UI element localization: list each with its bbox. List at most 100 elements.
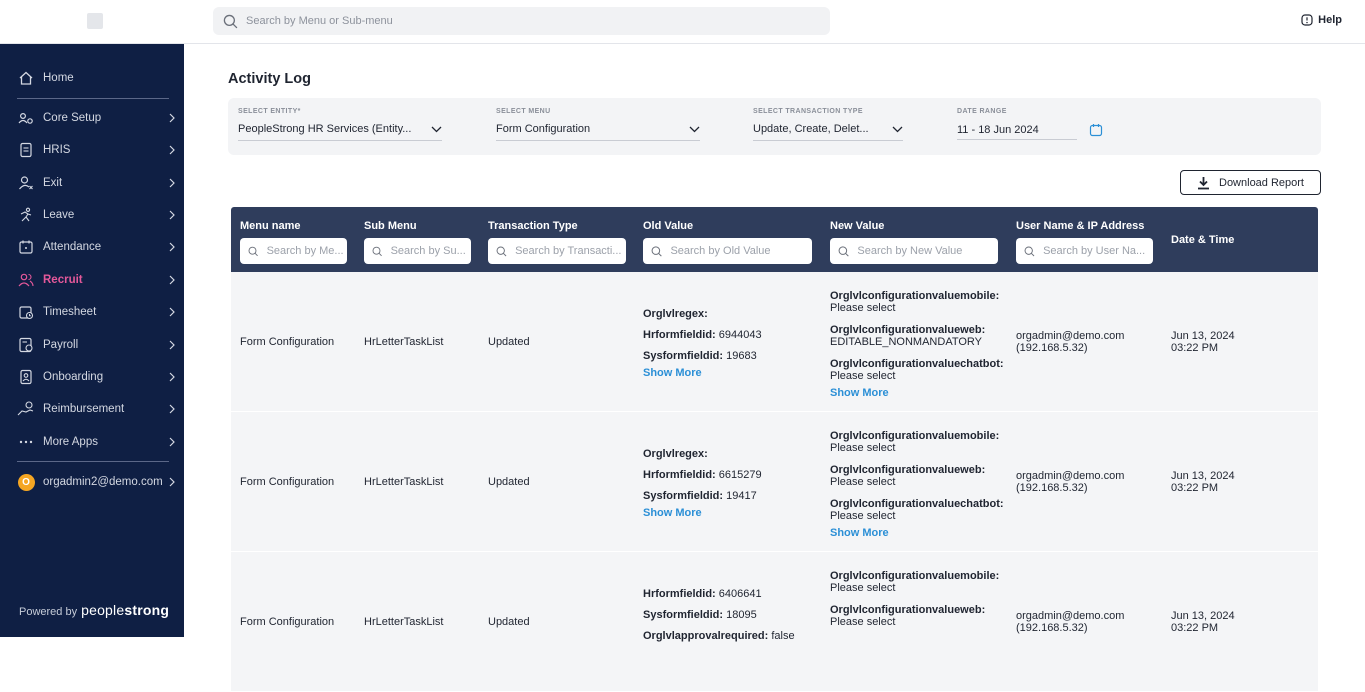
old-value-entry: Hrformfieldid: 6615279 <box>643 469 762 481</box>
activity-table: Menu name Sub Menu Transaction Type Old … <box>231 207 1318 692</box>
old-value-cell: Orglvlregex: Hrformfieldid: 6615279 Sysf… <box>643 448 762 519</box>
sidebar-divider <box>17 98 169 99</box>
avatar: O <box>17 473 35 491</box>
home-icon <box>17 69 35 87</box>
sidebar-item-hris[interactable]: HRIS <box>0 135 184 165</box>
old-value-entry: Sysformfieldid: 19417 <box>643 490 762 502</box>
new-value-val: EDITABLE_NONMANDATORY <box>830 336 982 348</box>
new-value-val: Please select <box>830 476 896 488</box>
menu-name-search-input[interactable] <box>266 245 347 257</box>
calendar-icon[interactable] <box>1089 123 1103 137</box>
sub-menu-cell: HrLetterTaskList <box>364 476 444 488</box>
old-value-val: 19417 <box>723 490 757 502</box>
help-label: Help <box>1318 14 1342 26</box>
time-text: 03:22 PM <box>1171 482 1219 494</box>
old-value-search-input[interactable] <box>670 245 812 257</box>
old-value-show-more-link[interactable]: Show More <box>643 367 762 379</box>
new-value-val: Please select <box>830 370 896 382</box>
old-value-cell: Hrformfieldid: 6406641 Sysformfieldid: 1… <box>643 588 795 642</box>
download-report-button[interactable]: Download Report <box>1180 170 1321 195</box>
new-value-search[interactable] <box>830 238 998 264</box>
sidebar-user-menu[interactable]: O orgadmin2@demo.com <box>0 467 184 497</box>
new-value-search-input[interactable] <box>857 245 998 257</box>
calendar-icon <box>17 238 35 256</box>
old-value-entry: Sysformfieldid: 18095 <box>643 609 795 621</box>
date-text: Jun 13, 2024 <box>1171 330 1235 342</box>
new-value-show-more-link[interactable]: Show More <box>830 527 1004 539</box>
old-value-show-more-link[interactable]: Show More <box>643 507 762 519</box>
transaction-type-search-input[interactable] <box>515 245 626 257</box>
transaction-type-cell: Updated <box>488 476 530 488</box>
chevron-right-icon <box>169 477 175 487</box>
date-text: Jun 13, 2024 <box>1171 610 1235 622</box>
new-value-key: Orglvlconfigurationvalueweb: <box>830 604 986 616</box>
old-value-key: Hrformfieldid: <box>643 588 716 600</box>
chevron-right-icon <box>169 113 175 123</box>
date-time-cell: Jun 13, 2024 03:22 PM <box>1171 470 1235 494</box>
sidebar-item-core-setup[interactable]: Core Setup <box>0 103 184 133</box>
global-search[interactable] <box>213 7 830 35</box>
new-value-show-more-link[interactable]: Show More <box>830 387 1004 399</box>
download-report-label: Download Report <box>1219 176 1304 189</box>
powered-by-text: Powered by <box>19 606 78 618</box>
sidebar-item-label: Onboarding <box>43 371 104 383</box>
sidebar-item-exit[interactable]: Exit <box>0 168 184 198</box>
filter-value: Form Configuration <box>496 123 591 135</box>
menu-name-cell: Form Configuration <box>240 616 335 628</box>
entity-select[interactable]: SELECT ENTITY* PeopleStrong HR Services … <box>238 108 442 141</box>
user-email: orgadmin@demo.com <box>1016 610 1125 622</box>
search-icon <box>223 14 238 28</box>
sidebar-item-recruit[interactable]: Recruit <box>0 265 184 295</box>
date-range-picker[interactable]: DATE RANGE 11 - 18 Jun 2024 <box>957 108 1103 140</box>
sidebar-item-home[interactable]: Home <box>0 63 184 93</box>
sub-menu-search-input[interactable] <box>390 245 471 257</box>
chevron-right-icon <box>169 340 175 350</box>
old-value-entry: Hrformfieldid: 6944043 <box>643 329 762 341</box>
menu-select[interactable]: SELECT MENU Form Configuration <box>496 108 700 141</box>
sidebar-item-label: Core Setup <box>43 112 102 124</box>
table-row: Form Configuration HrLetterTaskList Upda… <box>231 272 1318 412</box>
transaction-type-select[interactable]: SELECT TRANSACTION TYPE Update, Create, … <box>753 108 903 141</box>
logo-placeholder-icon[interactable] <box>87 13 103 29</box>
timesheet-icon <box>17 303 35 321</box>
core-setup-icon <box>17 109 35 127</box>
old-value-entry: Hrformfieldid: 6406641 <box>643 588 795 600</box>
sidebar-item-leave[interactable]: Leave <box>0 200 184 230</box>
chevron-right-icon <box>169 178 175 188</box>
user-email: orgadmin@demo.com <box>1016 330 1125 342</box>
sidebar-item-timesheet[interactable]: Timesheet <box>0 297 184 327</box>
old-value-search[interactable] <box>643 238 812 264</box>
chevron-right-icon <box>169 437 175 447</box>
table-header: Menu name Sub Menu Transaction Type Old … <box>231 207 1318 272</box>
menu-name-cell: Form Configuration <box>240 336 335 348</box>
filter-label: SELECT ENTITY* <box>238 108 301 115</box>
chevron-right-icon <box>169 210 175 220</box>
new-value-entry: Orglvlconfigurationvaluemobile: Please se… <box>830 570 999 594</box>
global-search-input[interactable] <box>246 15 806 27</box>
sidebar-item-attendance[interactable]: Attendance <box>0 232 184 262</box>
user-ip: (192.168.5.32) <box>1016 342 1088 354</box>
user-cell: orgadmin@demo.com (192.168.5.32) <box>1016 330 1124 354</box>
old-value-entry: Orglvlapprovalrequired: false <box>643 630 795 642</box>
sub-menu-cell: HrLetterTaskList <box>364 336 444 348</box>
new-value-key: Orglvlconfigurationvalueweb: <box>830 324 986 336</box>
help-button[interactable]: Help <box>1301 14 1342 26</box>
column-header: Date & Time <box>1171 234 1235 246</box>
menu-name-search[interactable] <box>240 238 347 264</box>
old-value-val: 18095 <box>723 609 757 621</box>
filter-label: DATE RANGE <box>957 108 1007 115</box>
sidebar-item-payroll[interactable]: Payroll <box>0 330 184 360</box>
new-value-val: Please select <box>830 616 896 628</box>
sidebar-item-onboarding[interactable]: Onboarding <box>0 362 184 392</box>
sub-menu-cell: HrLetterTaskList <box>364 616 444 628</box>
sidebar-item-reimbursement[interactable]: Reimbursement <box>0 394 184 424</box>
transaction-type-search[interactable] <box>488 238 626 264</box>
user-name-search[interactable] <box>1016 238 1153 264</box>
new-value-key: Orglvlconfigurationvaluechatbot: <box>830 498 1004 510</box>
help-icon <box>1301 14 1313 26</box>
sidebar-item-label: Reimbursement <box>43 403 125 415</box>
new-value-entry: Orglvlconfigurationvalueweb: EDITABLE_NON… <box>830 324 1004 348</box>
user-name-search-input[interactable] <box>1043 245 1153 257</box>
sidebar-item-more-apps[interactable]: More Apps <box>0 427 184 457</box>
sub-menu-search[interactable] <box>364 238 471 264</box>
